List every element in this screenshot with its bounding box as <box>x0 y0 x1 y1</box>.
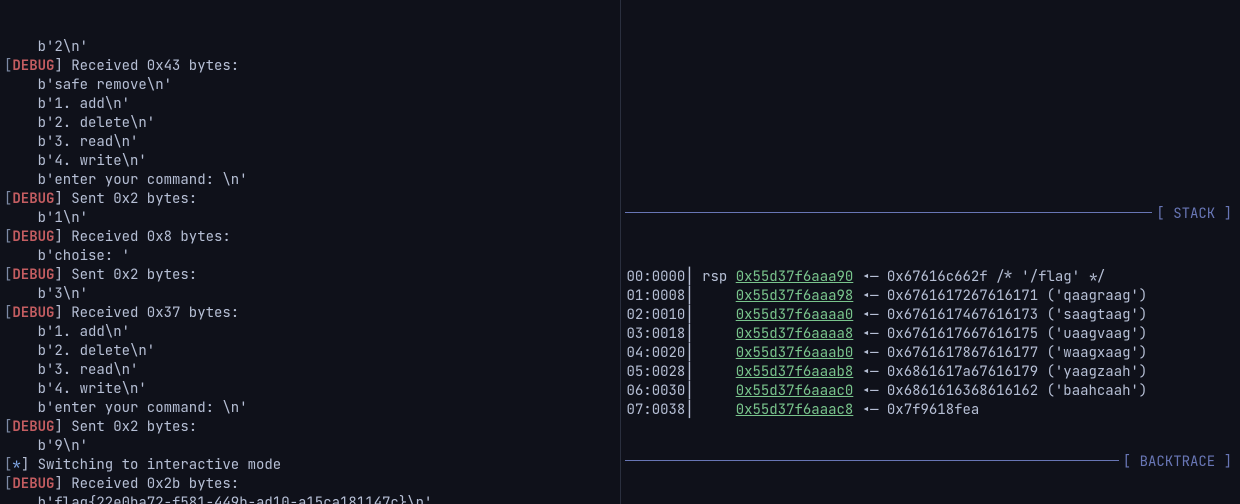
stack-row: 02:0010│ 0x55d37f6aaaa0 ◂— 0x67616174676… <box>627 306 1237 325</box>
terminal-line: [DEBUG] Sent 0x2 bytes: <box>4 418 616 437</box>
terminal-line: [DEBUG] Received 0x8 bytes: <box>4 228 616 247</box>
stack-row: 06:0030│ 0x55d37f6aaac0 ◂— 0x68616163686… <box>627 382 1237 401</box>
terminal-line: b'4. write\n' <box>4 380 616 399</box>
terminal-line: b'1. add\n' <box>4 95 616 114</box>
terminal-line: b'enter your command: \n' <box>4 399 616 418</box>
terminal-line: b'4. write\n' <box>4 152 616 171</box>
stack-row: 07:0038│ 0x55d37f6aaac8 ◂— 0x7f9618fea <box>627 401 1237 420</box>
terminal-line: b'3\n' <box>4 285 616 304</box>
terminal-output: b'2\n'[DEBUG] Received 0x43 bytes: b'saf… <box>4 38 616 504</box>
terminal-line: b'enter your command: \n' <box>4 171 616 190</box>
terminal-line: b'choise: ' <box>4 247 616 266</box>
terminal-line: b'1\n' <box>4 209 616 228</box>
stack-view: 00:0000│ rsp 0x55d37f6aaa90 ◂— 0x67616c6… <box>625 268 1237 420</box>
terminal-line: [DEBUG] Received 0x2b bytes: <box>4 475 616 494</box>
terminal-line: [DEBUG] Sent 0x2 bytes: <box>4 190 616 209</box>
terminal-line: b'2. delete\n' <box>4 342 616 361</box>
terminal-line: b'safe remove\n' <box>4 76 616 95</box>
stack-row: 04:0020│ 0x55d37f6aaab0 ◂— 0x67616178676… <box>627 344 1237 363</box>
stack-row: 05:0028│ 0x55d37f6aaab8 ◂— 0x6861617a676… <box>627 363 1237 382</box>
terminal-line: b'1. add\n' <box>4 323 616 342</box>
terminal-line: b'2\n' <box>4 38 616 57</box>
terminal-line: [DEBUG] Sent 0x2 bytes: <box>4 266 616 285</box>
backtrace-section-header: [ BACKTRACE ] <box>625 460 1237 478</box>
terminal-line: b'2. delete\n' <box>4 114 616 133</box>
terminal-line: b'flag{22e0ba72-f581-449b-ad10-a15ca1811… <box>4 494 616 504</box>
terminal-line: [DEBUG] Received 0x43 bytes: <box>4 57 616 76</box>
terminal-line: [*] Switching to interactive mode <box>4 456 616 475</box>
terminal-line: b'3. read\n' <box>4 361 616 380</box>
terminal-line: b'9\n' <box>4 437 616 456</box>
right-pane[interactable]: [ STACK ] 00:0000│ rsp 0x55d37f6aaa90 ◂—… <box>621 0 1240 504</box>
terminal-line: b'3. read\n' <box>4 133 616 152</box>
stack-row: 00:0000│ rsp 0x55d37f6aaa90 ◂— 0x67616c6… <box>627 268 1237 287</box>
stack-section-header: [ STACK ] <box>625 212 1237 230</box>
stack-row: 01:0008│ 0x55d37f6aaa98 ◂— 0x67616172676… <box>627 287 1237 306</box>
terminal-line: [DEBUG] Received 0x37 bytes: <box>4 304 616 323</box>
stack-row: 03:0018│ 0x55d37f6aaaa8 ◂— 0x67616176676… <box>627 325 1237 344</box>
left-pane[interactable]: b'2\n'[DEBUG] Received 0x43 bytes: b'saf… <box>0 0 621 504</box>
